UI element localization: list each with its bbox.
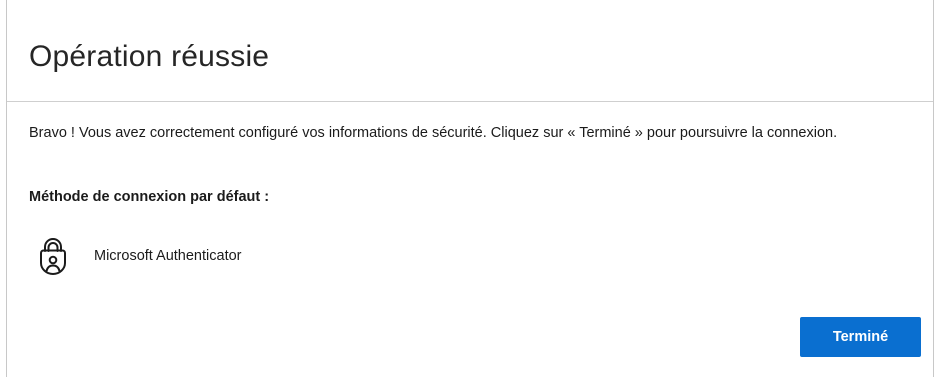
page: Opération réussie Bravo ! Vous avez corr… [0,0,934,377]
success-message: Bravo ! Vous avez correctement configuré… [29,125,838,141]
default-method-row: Microsoft Authenticator [37,234,242,278]
dialog-title: Opération réussie [29,40,270,73]
method-label: Microsoft Authenticator [94,248,242,264]
title-divider [7,101,933,102]
authenticator-lock-icon [37,236,69,276]
default-method-heading: Méthode de connexion par défaut : [29,189,270,205]
done-button[interactable]: Terminé [800,317,921,357]
success-dialog: Opération réussie Bravo ! Vous avez corr… [6,0,934,377]
